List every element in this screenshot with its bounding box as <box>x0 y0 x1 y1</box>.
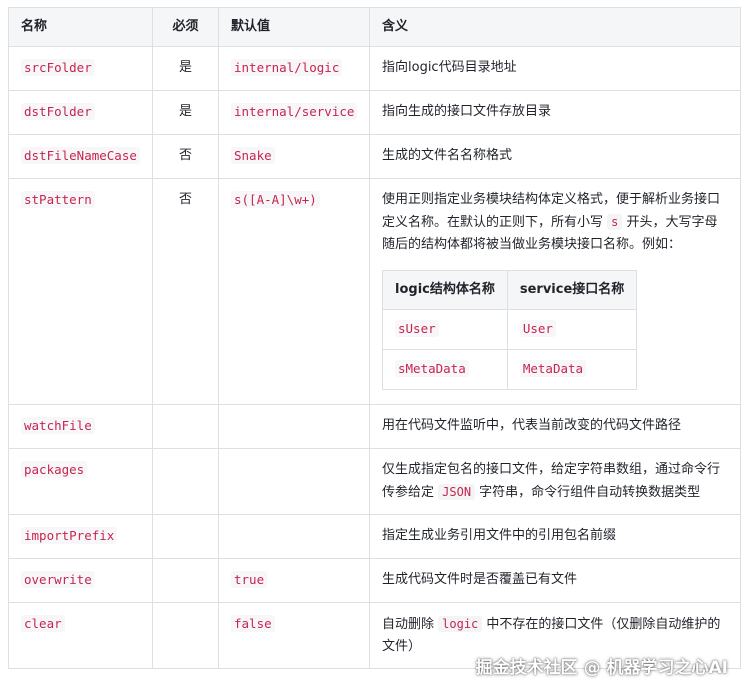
param-name: srcFolder <box>21 59 95 76</box>
table-row: dstFolder 是 internal/service 指向生成的接口文件存放… <box>8 90 741 135</box>
example-table: logic结构体名称 service接口名称 sUser User sMetaD… <box>382 270 638 390</box>
required-cell <box>152 558 219 603</box>
required-cell <box>152 602 219 669</box>
required-cell <box>152 448 219 515</box>
table-row: stPattern 否 s([A-A]\w+) 使用正则指定业务模块结构体定义格… <box>8 178 741 405</box>
example-service: User <box>519 320 556 337</box>
example-service: MetaData <box>519 360 587 377</box>
table-row: overwrite true 生成代码文件时是否覆盖已有文件 <box>8 558 741 603</box>
required-cell: 否 <box>152 178 219 405</box>
table-row: srcFolder 是 internal/logic 指向logic代码目录地址 <box>8 46 741 91</box>
desc-cell: 生成代码文件时是否覆盖已有文件 <box>369 558 741 603</box>
header-default: 默认值 <box>218 7 370 47</box>
desc-cell: 生成的文件名名称格式 <box>369 134 741 179</box>
default-cell <box>218 448 370 515</box>
header-name: 名称 <box>8 7 153 47</box>
example-logic: sMetaData <box>395 360 469 377</box>
param-name: packages <box>21 461 88 478</box>
header-row: 名称 必须 默认值 含义 <box>8 7 741 47</box>
desc-cell: 指定生成业务引用文件中的引用包名前缀 <box>369 514 741 559</box>
inline-code: logic <box>438 616 483 632</box>
param-name: overwrite <box>21 571 95 588</box>
table-row: importPrefix 指定生成业务引用文件中的引用包名前缀 <box>8 514 741 559</box>
desc-cell: 仅生成指定包名的接口文件，给定字符串数组，通过命令行传参给定 JSON 字符串，… <box>369 448 741 515</box>
example-header-logic: logic结构体名称 <box>382 270 508 310</box>
inline-code: s <box>607 214 623 230</box>
table-row: packages 仅生成指定包名的接口文件，给定字符串数组，通过命令行传参给定 … <box>8 448 741 515</box>
inline-code: JSON <box>438 484 476 500</box>
required-cell: 否 <box>152 134 219 179</box>
default-value: true <box>231 571 268 588</box>
default-value: internal/service <box>231 103 358 120</box>
default-value: internal/logic <box>231 59 343 76</box>
desc-cell: 使用正则指定业务模块结构体定义格式，便于解析业务接口定义名称。在默认的正则下，所… <box>369 178 741 405</box>
table-row: watchFile 用在代码文件监听中，代表当前改变的代码文件路径 <box>8 404 741 449</box>
param-name: dstFileNameCase <box>21 147 140 164</box>
desc-text: 自动删除 <box>382 617 439 632</box>
desc-cell: 指向logic代码目录地址 <box>369 46 741 91</box>
watermark: 掘金技术社区 @ 机器学习之心AI <box>475 658 728 678</box>
param-name: watchFile <box>21 417 95 434</box>
params-table: 名称 必须 默认值 含义 srcFolder 是 internal/logic … <box>8 7 741 669</box>
desc-cell: 用在代码文件监听中，代表当前改变的代码文件路径 <box>369 404 741 449</box>
example-row: sUser User <box>382 309 638 350</box>
param-name: dstFolder <box>21 103 95 120</box>
example-logic: sUser <box>395 320 439 337</box>
example-row: sMetaData MetaData <box>382 349 638 390</box>
required-cell <box>152 514 219 559</box>
param-name: stPattern <box>21 191 95 208</box>
table-row: dstFileNameCase 否 Snake 生成的文件名名称格式 <box>8 134 741 179</box>
example-header-service: service接口名称 <box>506 270 638 310</box>
param-name: clear <box>21 615 65 632</box>
default-cell <box>218 404 370 449</box>
required-cell: 是 <box>152 90 219 135</box>
header-desc: 含义 <box>369 7 741 47</box>
default-cell <box>218 514 370 559</box>
desc-text: 字符串，命令行组件自动转换数据类型 <box>475 485 701 500</box>
required-cell <box>152 404 219 449</box>
required-cell: 是 <box>152 46 219 91</box>
default-value: false <box>231 615 275 632</box>
default-value: Snake <box>231 147 275 164</box>
desc-cell: 指向生成的接口文件存放目录 <box>369 90 741 135</box>
example-header-row: logic结构体名称 service接口名称 <box>382 270 638 310</box>
param-name: importPrefix <box>21 527 118 544</box>
header-required: 必须 <box>152 7 219 47</box>
default-value: s([A-A]\w+) <box>231 191 320 208</box>
